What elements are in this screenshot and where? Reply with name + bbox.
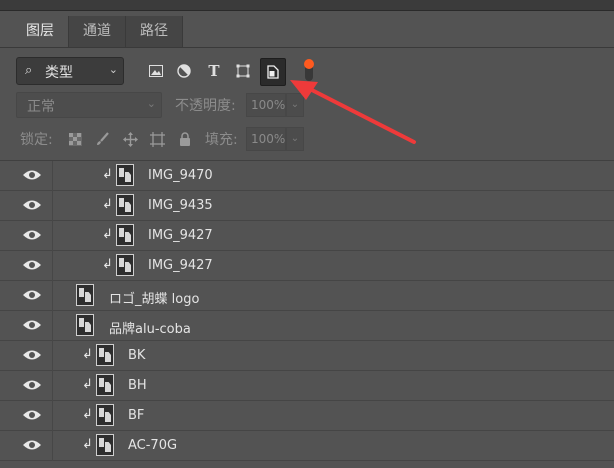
chevron-down-icon: ⌄ xyxy=(108,63,118,76)
layer-name[interactable]: IMG_9427 xyxy=(148,228,213,243)
blend-mode-select[interactable]: 正常 ⌄ xyxy=(16,92,162,118)
lock-image-pixels-icon[interactable] xyxy=(94,130,112,148)
layer-filter-row: ⌕ 类型 ⌄ T xyxy=(16,57,614,87)
panel-tabs: 图层 通道 路径 xyxy=(12,16,183,48)
eye-icon[interactable] xyxy=(22,408,42,422)
visibility-divider xyxy=(52,251,53,281)
smart-object-thumbnail[interactable] xyxy=(96,404,114,426)
visibility-divider xyxy=(52,401,53,431)
lock-transparent-pixels-icon[interactable] xyxy=(66,130,84,148)
clip-arrow-icon: ↲ xyxy=(102,197,113,212)
filter-kind-select[interactable]: ⌕ 类型 ⌄ xyxy=(16,57,124,85)
clip-arrow-icon: ↲ xyxy=(82,407,93,422)
clip-arrow-icon: ↲ xyxy=(102,257,113,272)
layers-list: ↲ IMG_9470 ↲ IMG_9435 ↲ IMG_9427 ↲ IMG_9… xyxy=(0,161,614,461)
smart-object-thumbnail[interactable] xyxy=(116,224,134,246)
layer-row[interactable]: ↲ BK xyxy=(0,341,614,371)
lock-all-icon[interactable] xyxy=(176,130,194,148)
layer-row[interactable]: ↲ IMG_9427 xyxy=(0,251,614,281)
fill-dropdown[interactable]: ⌄ xyxy=(286,127,304,151)
panel-top-strip xyxy=(0,0,614,11)
opacity-input[interactable]: 100% xyxy=(246,93,286,117)
layer-name[interactable]: BK xyxy=(128,348,145,363)
lock-label: 锁定: xyxy=(20,132,53,148)
smart-object-filter-icon[interactable] xyxy=(260,58,286,86)
image-filter-icon[interactable] xyxy=(146,61,166,81)
layer-name[interactable]: AC-70G xyxy=(128,438,177,453)
filter-toggle-indicator xyxy=(304,59,314,69)
layer-name[interactable]: IMG_9435 xyxy=(148,198,213,213)
eye-icon[interactable] xyxy=(22,198,42,212)
type-filter-icon[interactable]: T xyxy=(204,61,224,81)
smart-object-thumbnail[interactable] xyxy=(76,314,94,336)
layer-name[interactable]: IMG_9470 xyxy=(148,168,213,183)
layer-row[interactable]: ↲ BF xyxy=(0,401,614,431)
visibility-divider xyxy=(52,431,53,461)
smart-object-thumbnail[interactable] xyxy=(76,284,94,306)
tab-layers[interactable]: 图层 xyxy=(12,16,69,48)
clip-arrow-icon: ↲ xyxy=(82,347,93,362)
fill-label: 填充: xyxy=(205,132,238,148)
lock-position-icon[interactable] xyxy=(121,130,139,148)
layer-row[interactable]: 品牌alu-coba xyxy=(0,311,614,341)
eye-icon[interactable] xyxy=(22,288,42,302)
smart-object-thumbnail[interactable] xyxy=(96,344,114,366)
opacity-dropdown[interactable]: ⌄ xyxy=(286,93,304,117)
blend-mode-value: 正常 xyxy=(27,99,55,115)
clip-arrow-icon: ↲ xyxy=(82,437,93,452)
eye-icon[interactable] xyxy=(22,438,42,452)
tabs-divider xyxy=(0,47,614,48)
layer-name[interactable]: BF xyxy=(128,408,144,423)
visibility-divider xyxy=(52,281,53,311)
search-icon: ⌕ xyxy=(25,63,33,78)
visibility-divider xyxy=(52,311,53,341)
smart-object-thumbnail[interactable] xyxy=(116,164,134,186)
tab-channels[interactable]: 通道 xyxy=(69,16,126,48)
layer-name[interactable]: BH xyxy=(128,378,147,393)
blend-row: 正常 ⌄ 不透明度: 100% ⌄ xyxy=(16,92,614,118)
visibility-divider xyxy=(52,341,53,371)
clip-arrow-icon: ↲ xyxy=(102,167,113,182)
visibility-divider xyxy=(52,371,53,401)
layer-row[interactable]: ↲ AC-70G xyxy=(0,431,614,461)
shape-filter-icon[interactable] xyxy=(233,61,253,81)
filter-kind-label: 类型 xyxy=(45,65,73,81)
clip-arrow-icon: ↲ xyxy=(82,377,93,392)
eye-icon[interactable] xyxy=(22,348,42,362)
layer-row[interactable]: ↲ IMG_9470 xyxy=(0,161,614,191)
visibility-divider xyxy=(52,191,53,221)
visibility-divider xyxy=(52,221,53,251)
fill-input[interactable]: 100% xyxy=(246,127,286,151)
eye-icon[interactable] xyxy=(22,168,42,182)
lock-row: 锁定: 填充: 100% ⌄ xyxy=(16,126,614,152)
clip-arrow-icon: ↲ xyxy=(102,227,113,242)
smart-object-thumbnail[interactable] xyxy=(96,434,114,456)
layer-name[interactable]: 品牌alu-coba xyxy=(109,318,191,337)
smart-object-thumbnail[interactable] xyxy=(96,374,114,396)
adjustment-filter-icon[interactable] xyxy=(174,61,194,81)
chevron-down-icon: ⌄ xyxy=(146,97,156,110)
filter-toggle[interactable] xyxy=(304,59,314,81)
layer-row[interactable]: ↲ IMG_9435 xyxy=(0,191,614,221)
smart-object-thumbnail[interactable] xyxy=(116,194,134,216)
layer-row[interactable]: ↲ IMG_9427 xyxy=(0,221,614,251)
layer-name[interactable]: ロゴ_胡蝶 logo xyxy=(109,288,199,307)
layer-name[interactable]: IMG_9427 xyxy=(148,258,213,273)
eye-icon[interactable] xyxy=(22,318,42,332)
tab-paths[interactable]: 路径 xyxy=(126,16,183,48)
eye-icon[interactable] xyxy=(22,378,42,392)
visibility-divider xyxy=(52,161,53,191)
smart-object-thumbnail[interactable] xyxy=(116,254,134,276)
lock-artboard-icon[interactable] xyxy=(148,130,166,148)
eye-icon[interactable] xyxy=(22,228,42,242)
eye-icon[interactable] xyxy=(22,258,42,272)
opacity-label: 不透明度: xyxy=(175,98,236,114)
layer-row[interactable]: ↲ BH xyxy=(0,371,614,401)
layer-row[interactable]: ロゴ_胡蝶 logo xyxy=(0,281,614,311)
